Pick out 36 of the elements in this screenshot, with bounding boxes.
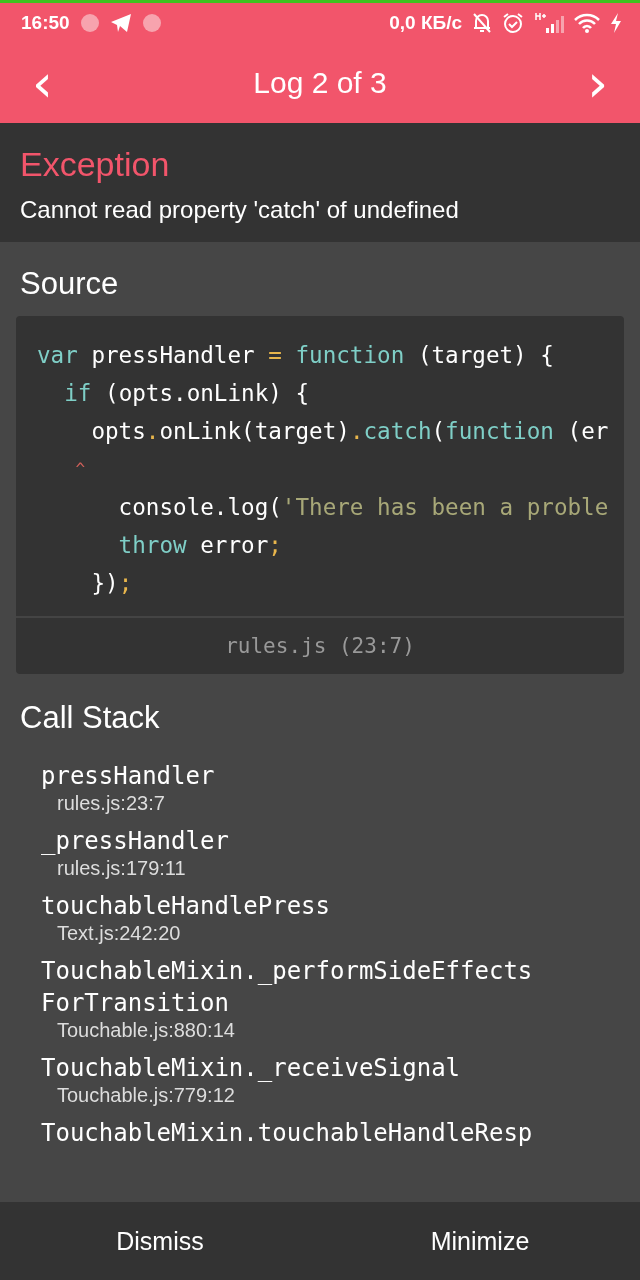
paper-plane-icon xyxy=(109,12,132,33)
alarm-clock-icon xyxy=(502,11,524,34)
exception-title: Exception xyxy=(20,145,171,184)
stack-frame-method: TouchableMixin.touchableHandleResp xyxy=(41,1118,534,1149)
charging-bolt-icon xyxy=(610,12,622,33)
code-line: console.log('There has been a proble xyxy=(117,493,610,522)
log-title: Log 2 of 3 xyxy=(253,65,387,100)
wifi-icon xyxy=(574,11,600,34)
code-line: }); xyxy=(90,569,134,598)
dismiss-button[interactable]: Dismiss xyxy=(0,1202,320,1280)
source-title: Source xyxy=(19,265,120,303)
code-line: opts.onLink(target).catch(function (er xyxy=(90,417,610,446)
stack-frame-method: pressHandler xyxy=(41,761,216,792)
network-speed: 0,0 КБ/с xyxy=(389,11,462,34)
stack-frame-file: Touchable.js:880:14 xyxy=(56,1019,236,1042)
signal-icon xyxy=(534,11,564,34)
source-location: rules.js (23:7) xyxy=(225,634,415,658)
notification-dot-icon xyxy=(141,12,162,33)
stack-frame-method: TouchableMixin._performSideEffects ForTransition xyxy=(41,956,534,1019)
stack-frame-method: TouchableMixin._receiveSignal xyxy=(41,1053,462,1084)
exception-message: Cannot read property 'catch' of undefined xyxy=(20,196,460,224)
stack-frame-file: Touchable.js:779:12 xyxy=(56,1084,236,1107)
notification-dot-icon xyxy=(79,12,100,33)
call-stack-title: Call Stack xyxy=(20,700,161,737)
stack-frame-method: _pressHandler xyxy=(41,826,230,857)
code-line: throw error; xyxy=(117,531,283,560)
stack-frame-file: Text.js:242:20 xyxy=(56,922,182,945)
code-line: ^ xyxy=(74,458,87,480)
stack-frame-method: touchableHandlePress xyxy=(41,891,331,922)
minimize-button[interactable]: Minimize xyxy=(320,1202,640,1280)
code-line: var pressHandler = function (target) { xyxy=(37,341,555,370)
code-line: if (opts.onLink) { xyxy=(63,379,311,408)
muted-bell-icon xyxy=(472,11,492,34)
status-time: 16:50 xyxy=(21,11,70,34)
stack-frame-file: rules.js:23:7 xyxy=(56,792,166,815)
stack-frame-file: rules.js:179:11 xyxy=(56,857,187,880)
